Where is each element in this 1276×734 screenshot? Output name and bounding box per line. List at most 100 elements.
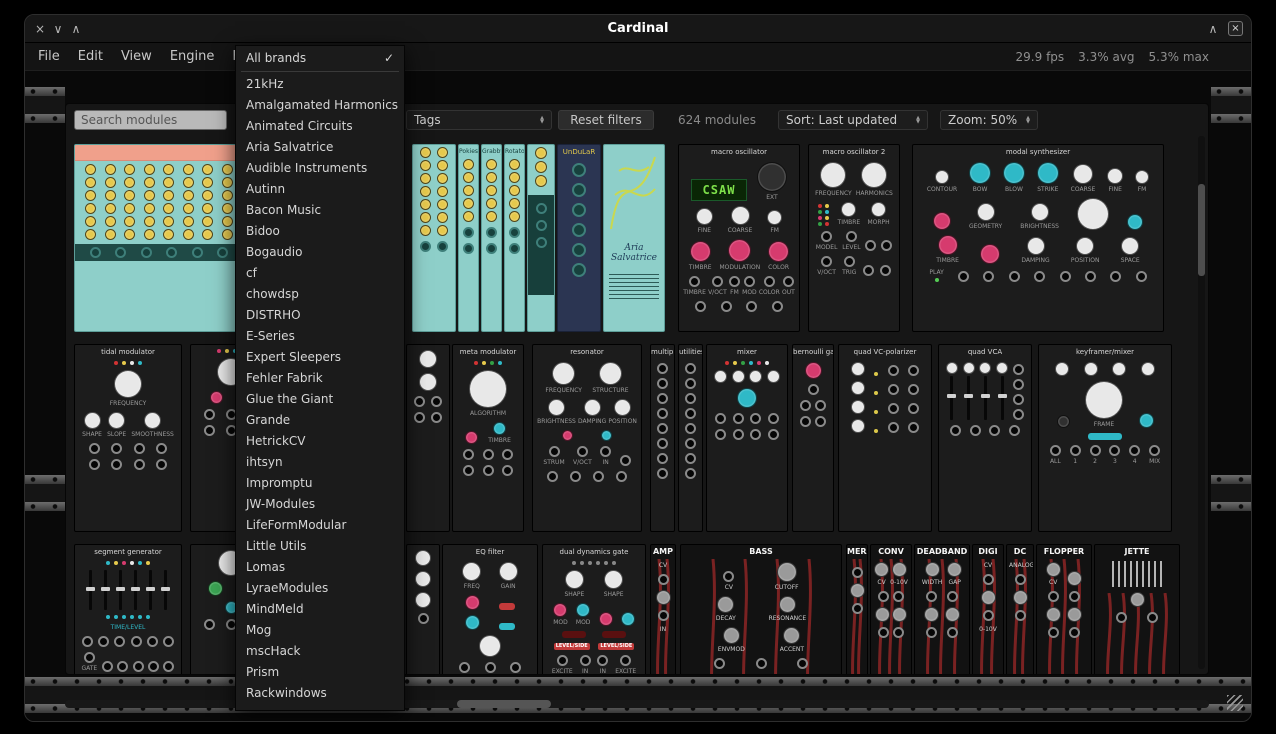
control-row: FINECOARSEFM (681, 206, 797, 234)
module-tile-eq-filter[interactable]: EQ filterFREQGAIN (442, 544, 538, 675)
menu-item-lomas[interactable]: Lomas (236, 557, 404, 578)
port-icon (800, 416, 811, 427)
module-tile[interactable]: Aria Salvatrice (603, 144, 665, 332)
menu-item-fehler-fabrik[interactable]: Fehler Fabrik (236, 368, 404, 389)
menu-item-hetrickcv[interactable]: HetrickCV (236, 431, 404, 452)
module-tile-modal-synthesizer[interactable]: modal synthesizerCONTOURBOWBLOWSTRIKECOA… (912, 144, 1164, 332)
menu-item-animated-circuits[interactable]: Animated Circuits (236, 116, 404, 137)
module-tile-bernoulli-gate[interactable]: bernoulli gate (792, 344, 834, 532)
module-tile-utilities[interactable]: utilities (678, 344, 703, 532)
rack-rail (1211, 475, 1251, 511)
port-icon (983, 271, 994, 282)
maximize-icon[interactable]: ∧ (67, 20, 85, 38)
knob (621, 612, 635, 626)
menu-item-aria-salvatrice[interactable]: Aria Salvatrice (236, 137, 404, 158)
port-icon (1048, 591, 1059, 602)
module-tile-deadband[interactable]: DEADBANDWIDTHGAP (914, 544, 970, 675)
module-tile-quad-vca[interactable]: quad VCA (938, 344, 1032, 532)
module-tile-flopper[interactable]: FLOPPERCV (1036, 544, 1092, 675)
menu-item-grande[interactable]: Grande (236, 410, 404, 431)
module-tile-digi[interactable]: DIGICV0-10V (972, 544, 1004, 675)
port-icon (797, 658, 808, 669)
module-tile-resonator[interactable]: resonatorFREQUENCYSTRUCTUREBRIGHTNESSDAM… (532, 344, 642, 532)
close-plugin-icon[interactable]: × (1228, 21, 1243, 36)
menu-item-audible-instruments[interactable]: Audible Instruments (236, 158, 404, 179)
knob (945, 607, 960, 622)
port-icon (134, 443, 145, 454)
knob-group: FREQ (462, 562, 481, 590)
module-tile-segment-generator[interactable]: segment generatorTIME/LEVELGATE (74, 544, 182, 675)
module-tile-meta-modulator[interactable]: meta modulatorALGORITHMTIMBRE (452, 344, 524, 532)
menu-item-21khz[interactable]: 21kHz (236, 74, 404, 95)
module-tile[interactable] (527, 144, 555, 332)
module-tile[interactable] (406, 544, 440, 675)
knob (124, 216, 135, 227)
menu-item-bacon-music[interactable]: Bacon Music (236, 200, 404, 221)
menu-item-little-utils[interactable]: Little Utils (236, 536, 404, 557)
module-tile-mixer[interactable]: mixer (706, 344, 788, 532)
module-tile-keyframer-mixer[interactable]: keyframer/mixerFRAMEALL1234MIX (1038, 344, 1172, 532)
module-tile-jette[interactable]: JETTE (1094, 544, 1180, 675)
module-tile-grabby[interactable]: Grabby (481, 144, 502, 332)
menu-item-ihtsyn[interactable]: ihtsyn (236, 452, 404, 473)
menu-item-expert-sleepers[interactable]: Expert Sleepers (236, 347, 404, 368)
module-tile-tidal-modulator[interactable]: tidal modulatorFREQUENCYSHAPESLOPESMOOTH… (74, 344, 182, 532)
menu-item-lyraemodules[interactable]: LyraeModules (236, 578, 404, 599)
knob (604, 570, 623, 589)
menu-item-jw-modules[interactable]: JW-Modules (236, 494, 404, 515)
module-tile-mera[interactable]: MERA (846, 544, 868, 675)
module-tile-bass[interactable]: BASSCVCUTOFFDECAYRESONANCEENVMODACCENT (680, 544, 842, 675)
menu-item-amalgamated-harmonics[interactable]: Amalgamated Harmonics (236, 95, 404, 116)
control-row (709, 388, 785, 408)
horizontal-scrollbar-thumb[interactable] (457, 700, 551, 708)
module-tile-multiples[interactable]: multiples (650, 344, 675, 532)
menu-item-cf[interactable]: cf (236, 263, 404, 284)
port-icon (486, 227, 497, 238)
menu-item-label: Prism (246, 662, 279, 683)
menu-item-mschack[interactable]: mscHack (236, 641, 404, 662)
menu-edit[interactable]: Edit (69, 49, 112, 64)
module-tile-rotatoes[interactable]: Rotatoes (504, 144, 525, 332)
module-tile-amp[interactable]: AMPCVIN (650, 544, 676, 675)
vertical-scrollbar-track[interactable] (1198, 136, 1205, 669)
module-tile-undular[interactable]: UnDuLaR (557, 144, 601, 332)
menu-item-bogaudio[interactable]: Bogaudio (236, 242, 404, 263)
menu-item-all-brands[interactable]: All brands✓ (236, 48, 404, 69)
vertical-scrollbar-thumb[interactable] (1198, 184, 1205, 276)
menu-item-prism[interactable]: Prism (236, 662, 404, 683)
control-row (941, 425, 1029, 436)
control-row (484, 198, 499, 209)
menu-item-distrho[interactable]: DISTRHO (236, 305, 404, 326)
menu-item-mog[interactable]: Mog (236, 620, 404, 641)
module-tile-macro-oscillator[interactable]: macro oscillatorCSAWEXTFINECOARSEFMTIMBR… (678, 144, 800, 332)
menu-item-chowdsp[interactable]: chowdsp (236, 284, 404, 305)
module-tile-dual-dynamics-gate[interactable]: dual dynamics gateSHAPESHAPEMODMODLEVEL/… (542, 544, 646, 675)
menu-item-glue-the-giant[interactable]: Glue the Giant (236, 389, 404, 410)
knob-label: BOW (973, 186, 988, 193)
minimize-icon[interactable]: ∨ (49, 20, 67, 38)
module-tile[interactable] (412, 144, 456, 332)
menu-item-mindmeld[interactable]: MindMeld (236, 599, 404, 620)
module-tile-quad-vc-polarizer[interactable]: quad VC-polarizer (838, 344, 932, 532)
menu-file[interactable]: File (29, 49, 69, 64)
module-tile-macro-oscillator-2[interactable]: macro oscillator 2FREQUENCYHARMONICSTIMB… (808, 144, 900, 332)
module-tile-pokies[interactable]: Pokies (458, 144, 479, 332)
menu-view[interactable]: View (112, 49, 161, 64)
menu-item-autinn[interactable]: Autinn (236, 179, 404, 200)
menu-item-lifeformmodular[interactable]: LifeFormModular (236, 515, 404, 536)
resize-grip[interactable] (1227, 695, 1243, 711)
knob (486, 185, 497, 196)
menu-item-bidoo[interactable]: Bidoo (236, 221, 404, 242)
menu-item-impromptu[interactable]: Impromptu (236, 473, 404, 494)
menu-item-e-series[interactable]: E-Series (236, 326, 404, 347)
close-icon[interactable]: × (31, 20, 49, 38)
module-tile-conv[interactable]: CONVCV0-10V (870, 544, 912, 675)
menu-item-rackwindows[interactable]: Rackwindows (236, 683, 404, 704)
menu-engine[interactable]: Engine (161, 49, 224, 64)
port-icon (865, 240, 876, 251)
knob (183, 190, 194, 201)
collapse-icon[interactable]: ∧ (1204, 20, 1222, 38)
module-tile[interactable] (74, 144, 244, 332)
module-tile-dc[interactable]: DCANALOG (1006, 544, 1034, 675)
module-tile[interactable] (406, 344, 450, 532)
